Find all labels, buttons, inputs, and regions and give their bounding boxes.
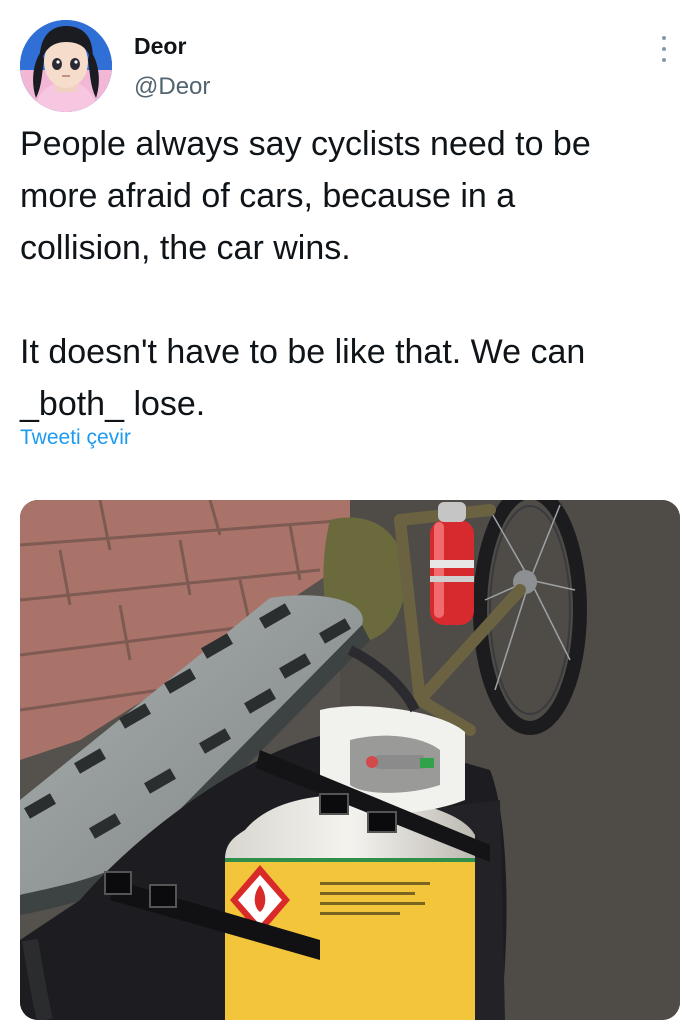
tweet-media-photo[interactable]: [20, 500, 680, 1020]
author-display-name[interactable]: Deor: [134, 33, 186, 60]
avatar[interactable]: [20, 20, 112, 112]
tweet-paragraph: People always say cyclists need to be mo…: [20, 125, 591, 267]
translate-tweet-link[interactable]: Tweeti çevir: [20, 426, 131, 450]
tweet-header: Deor @Deor: [0, 0, 700, 120]
photo-bike-with-propane-tank: [20, 500, 680, 1020]
anime-avatar-icon: [20, 20, 112, 112]
author-handle[interactable]: @Deor: [134, 73, 210, 101]
tweet-paragraph: It doesn't have to be like that. We can …: [20, 333, 586, 423]
tweet-text: People always say cyclists need to be mo…: [20, 118, 685, 430]
more-vertical-icon[interactable]: [657, 36, 671, 62]
